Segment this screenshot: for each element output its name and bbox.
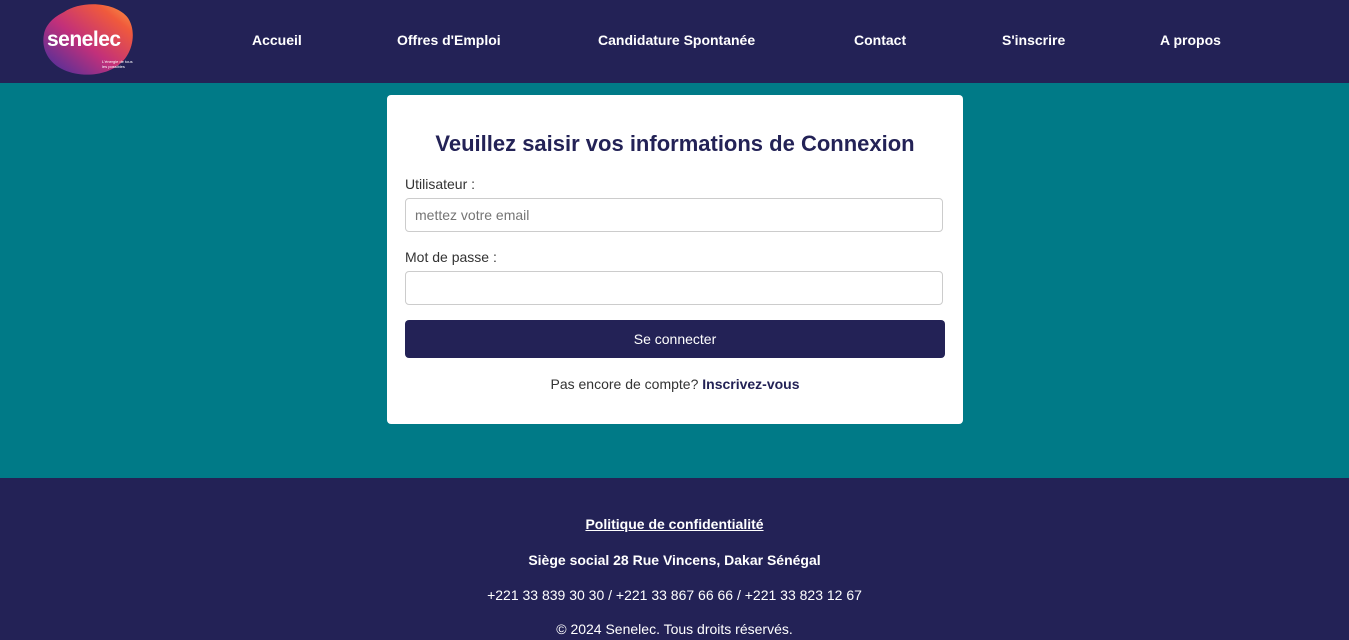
logo-tagline: L'énergie de tous les possibles [102,59,133,69]
footer-phones: +221 33 839 30 30 / +221 33 867 66 66 / … [487,587,862,603]
nav-item-accueil[interactable]: Accueil [252,32,302,48]
privacy-policy-link[interactable]: Politique de confidentialité [585,516,763,532]
password-label: Mot de passe : [405,249,497,265]
nav-item-candidature-spontanee[interactable]: Candidature Spontanée [598,32,755,48]
signup-row: Pas encore de compte? Inscrivez-vous [387,376,963,392]
email-input[interactable] [405,198,943,232]
nav-item-sinscrire[interactable]: S'inscrire [1002,32,1065,48]
footer: Politique de confidentialité Siège socia… [0,478,1349,640]
password-input[interactable] [405,271,943,305]
footer-address: Siège social 28 Rue Vincens, Dakar Sénég… [528,552,821,568]
top-navigation-bar: senelec L'énergie de tous les possibles … [0,0,1349,83]
signup-link[interactable]: Inscrivez-vous [702,376,799,392]
nav-item-a-propos[interactable]: A propos [1160,32,1221,48]
signup-prompt: Pas encore de compte? [550,376,699,392]
nav-item-offres-emploi[interactable]: Offres d'Emploi [397,32,501,48]
login-title: Veuillez saisir vos informations de Conn… [435,131,915,156]
login-card: Veuillez saisir vos informations de Conn… [387,95,963,424]
nav-item-contact[interactable]: Contact [854,32,906,48]
footer-copyright: © 2024 Senelec. Tous droits réservés. [556,621,793,637]
login-button[interactable]: Se connecter [405,320,945,358]
user-label: Utilisateur : [405,176,476,192]
senelec-logo[interactable]: senelec L'énergie de tous les possibles [42,4,134,76]
logo-wordmark: senelec [47,28,121,51]
